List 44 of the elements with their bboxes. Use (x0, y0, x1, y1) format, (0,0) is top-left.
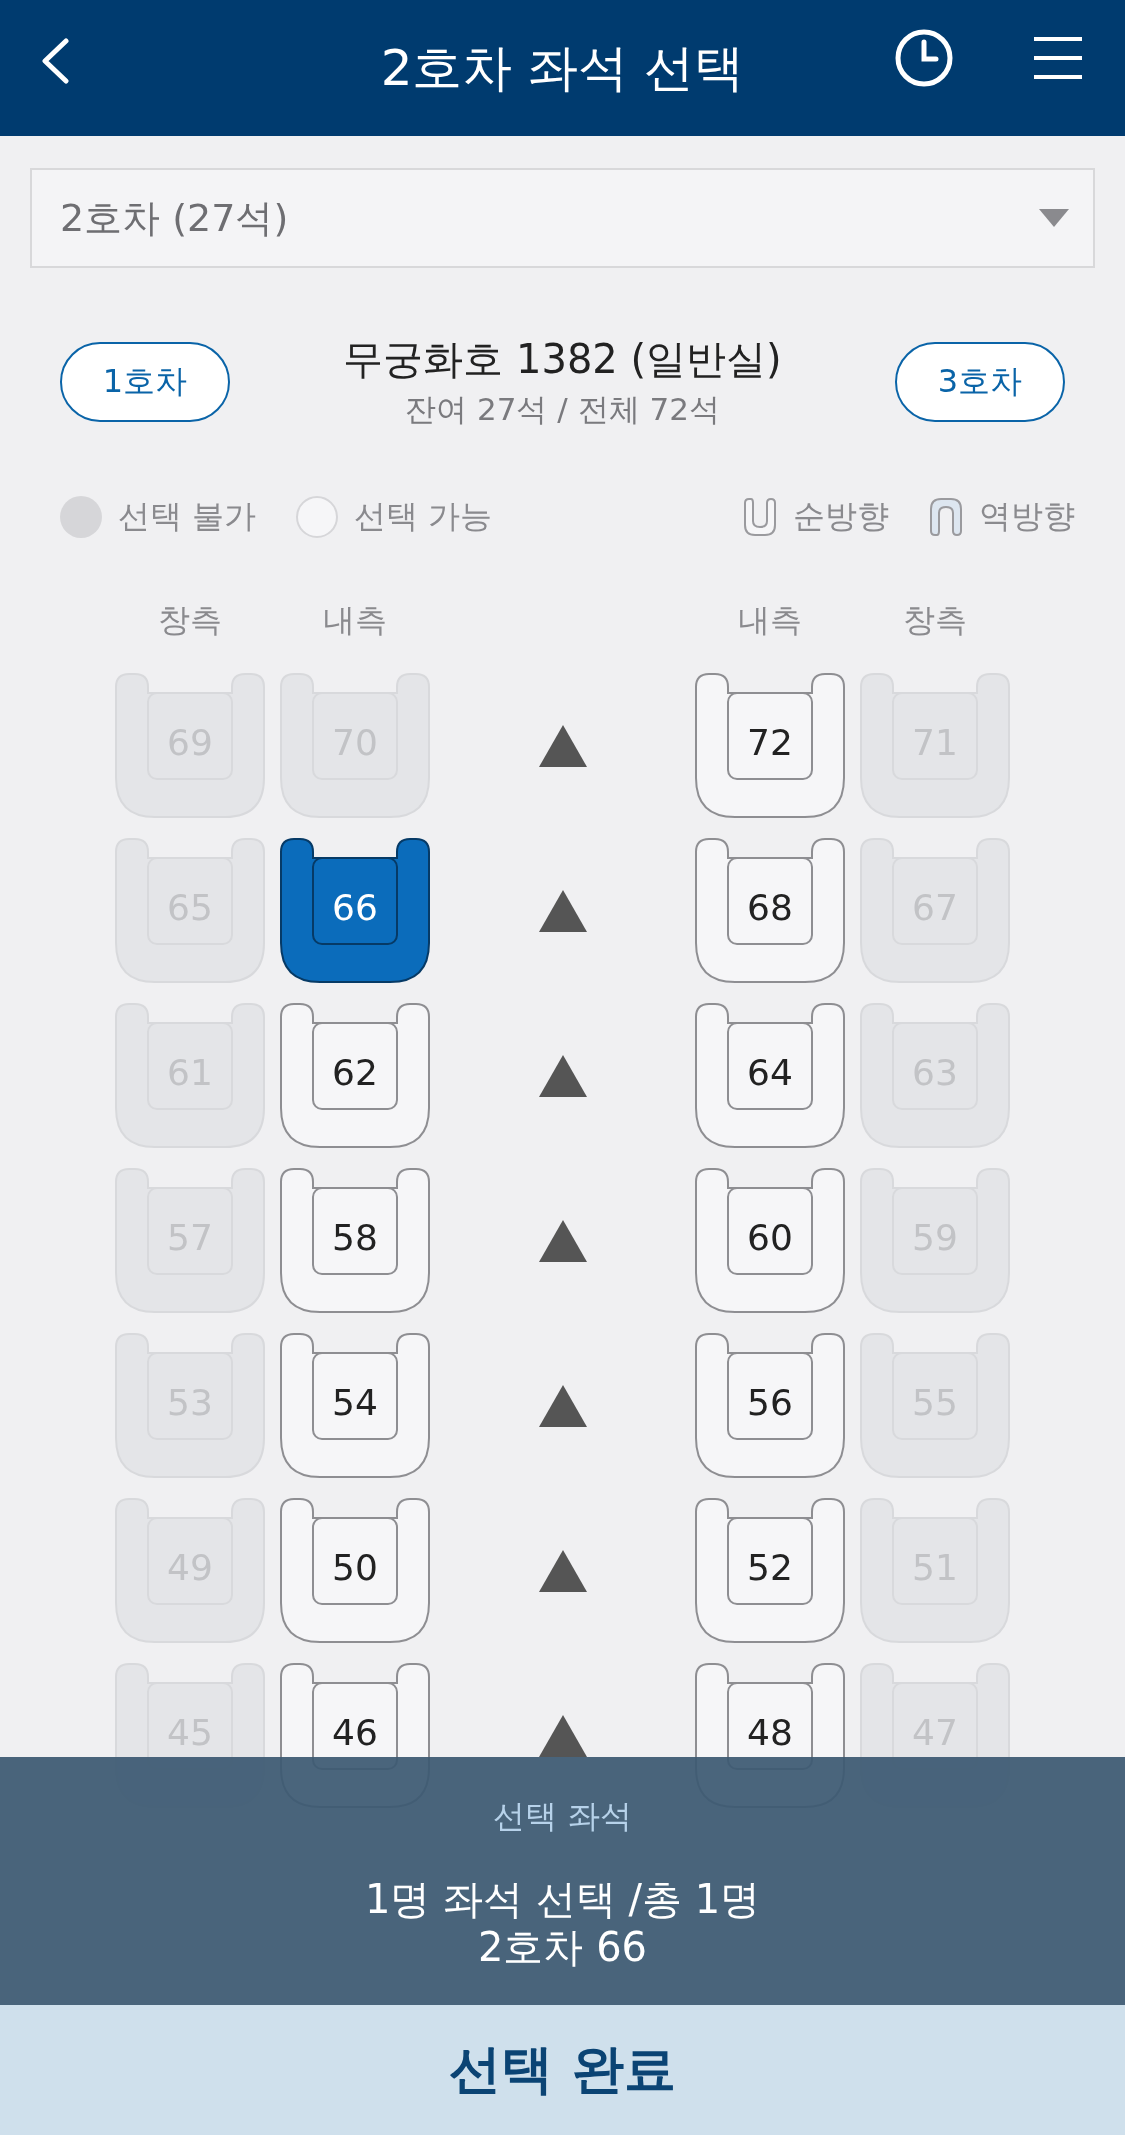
direction-arrow-icon (538, 889, 587, 932)
forward-seat-icon (743, 497, 777, 537)
confirm-button[interactable]: 선택 완료 (0, 2005, 1125, 2135)
selected-seat: 2호차 66 (477, 1923, 648, 1971)
direction-arrow-icon (538, 1549, 587, 1592)
direction-arrow-icon (538, 1384, 587, 1427)
legend-label: 선택 가능 (354, 496, 493, 537)
panel-label: 선택 좌석 (493, 1796, 632, 1837)
seat-button[interactable]: 50 (280, 1498, 430, 1643)
legend-label: 선택 불가 (118, 496, 257, 537)
seat-button[interactable]: 64 (695, 1003, 845, 1148)
reverse-seat-icon (929, 497, 963, 537)
page-title: 2호차 좌석 선택 (380, 37, 745, 99)
seat-button[interactable]: 66 (280, 838, 430, 983)
seat-count: 잔여 27석 / 전체 72석 (405, 390, 720, 429)
car-dropdown[interactable]: 2호차 (27석) (30, 168, 1095, 268)
column-label: 내측 (738, 600, 802, 641)
seat-button[interactable]: 54 (280, 1333, 430, 1478)
direction-arrow-icon (538, 1714, 587, 1757)
train-name: 무궁화호 1382 (일반실) (343, 335, 782, 384)
direction-arrow-icon (538, 1054, 587, 1097)
seat-button[interactable]: 72 (695, 673, 845, 818)
back-icon[interactable] (40, 38, 70, 84)
seat-button[interactable]: 56 (695, 1333, 845, 1478)
column-label: 내측 (323, 600, 387, 641)
menu-icon[interactable] (1032, 36, 1084, 80)
seat-button[interactable]: 62 (280, 1003, 430, 1148)
column-label: 창측 (903, 600, 967, 641)
available-dot-icon (296, 496, 339, 538)
clock-icon[interactable] (894, 28, 954, 88)
unavailable-dot-icon (60, 496, 102, 538)
seat-button[interactable]: 60 (695, 1168, 845, 1313)
direction-arrow-icon (538, 1219, 587, 1262)
next-car-button[interactable]: 3호차 (895, 341, 1065, 422)
previous-car-button[interactable]: 1호차 (60, 341, 230, 422)
legend-label: 순방향 (793, 496, 889, 537)
seat-button[interactable]: 52 (695, 1498, 845, 1643)
seat-button[interactable]: 68 (695, 838, 845, 983)
column-label: 창측 (158, 600, 222, 641)
seat-button[interactable]: 58 (280, 1168, 430, 1313)
selection-summary: 1명 좌석 선택 /총 1명 (364, 1875, 761, 1923)
direction-arrow-icon (538, 724, 587, 767)
caret-icon (1039, 209, 1069, 227)
legend-label: 역방향 (979, 496, 1075, 537)
